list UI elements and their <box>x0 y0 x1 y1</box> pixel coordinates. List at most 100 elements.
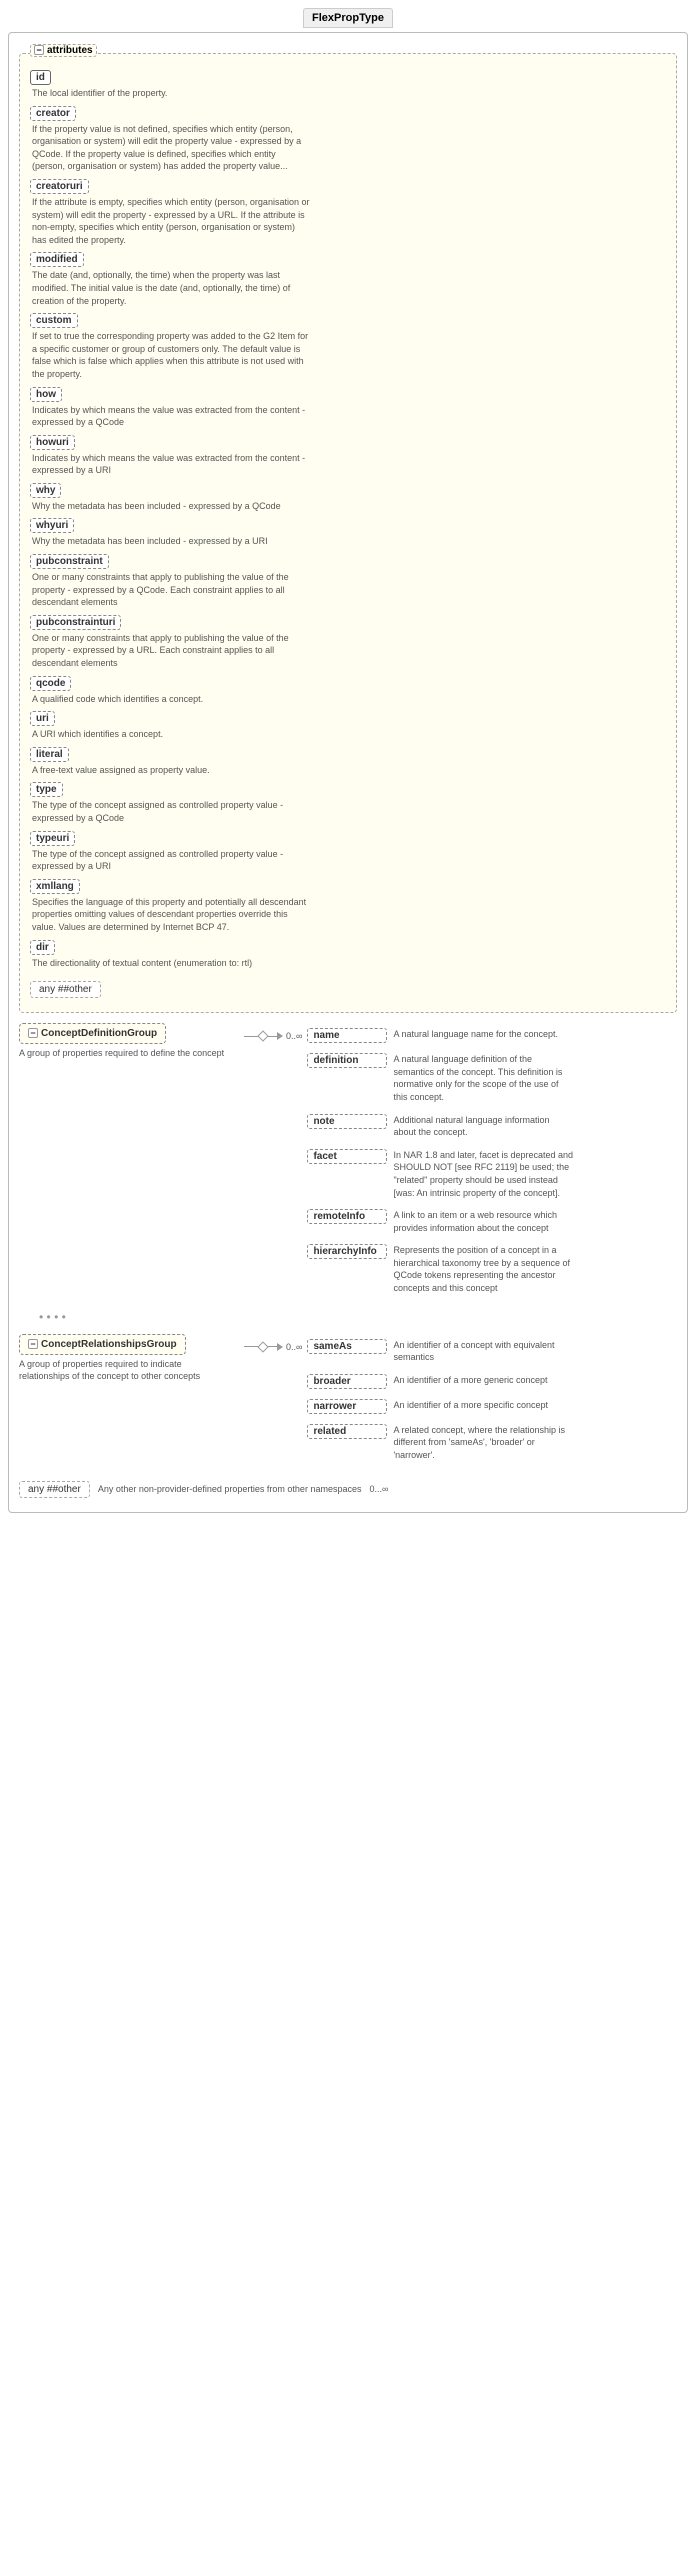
attr-desc-pubconstraint: One or many constraints that apply to pu… <box>30 571 310 609</box>
right-item-note: note Additional natural language informa… <box>307 1114 677 1139</box>
collapse-icon-cdg[interactable]: − <box>28 1028 38 1038</box>
right-item-related-desc: A related concept, where the relationshi… <box>393 1424 573 1462</box>
attr-name-why: why <box>30 483 61 498</box>
right-item-hierarchyinfo-box: hierarchyInfo <box>307 1244 387 1259</box>
right-item-remoteinfo-box: remoteInfo <box>307 1209 387 1224</box>
attr-typeuri: typeuri The type of the concept assigned… <box>30 831 666 873</box>
attr-uri: uri A URI which identifies a concept. <box>30 711 666 741</box>
attr-type: type The type of the concept assigned as… <box>30 782 666 824</box>
attr-name-how: how <box>30 387 62 402</box>
attr-name-typeuri: typeuri <box>30 831 75 846</box>
attr-desc-dir: The directionality of textual content (e… <box>30 957 310 970</box>
attr-why: why Why the metadata has been included -… <box>30 483 666 513</box>
bottom-multiplicity: 0...∞ <box>369 1484 388 1494</box>
attr-desc-whyuri: Why the metadata has been included - exp… <box>30 535 310 548</box>
attr-name-howuri: howuri <box>30 435 75 450</box>
collapse-icon[interactable]: − <box>34 45 44 55</box>
attr-custom: custom If set to true the corresponding … <box>30 313 666 380</box>
bottom-any-other-desc: Any other non-provider-defined propertie… <box>98 1484 362 1494</box>
attributes-title: −attributes <box>30 44 97 57</box>
attributes-box: −attributes id The local identifier of t… <box>19 53 677 1013</box>
right-item-note-desc: Additional natural language information … <box>393 1114 573 1139</box>
right-item-remoteinfo-desc: A link to an item or a web resource whic… <box>393 1209 573 1234</box>
right-item-narrower: narrower An identifier of a more specifi… <box>307 1399 677 1414</box>
right-item-broader: broader An identifier of a more generic … <box>307 1374 677 1389</box>
attr-name-qcode: qcode <box>30 676 71 691</box>
attr-id: id The local identifier of the property. <box>30 70 666 100</box>
attr-desc-creatoruri: If the attribute is empty, specifies whi… <box>30 196 310 246</box>
collapse-icon-crg[interactable]: − <box>28 1339 38 1349</box>
concept-definition-group-desc: A group of properties required to define… <box>19 1047 224 1060</box>
attr-desc-qcode: A qualified code which identifies a conc… <box>30 693 310 706</box>
attr-xmllang: xmllang Specifies the language of this p… <box>30 879 666 934</box>
attr-name-type: type <box>30 782 63 797</box>
right-item-sameas: sameAs An identifier of a concept with e… <box>307 1339 677 1364</box>
attr-desc-id: The local identifier of the property. <box>30 87 310 100</box>
attr-name-xmllang: xmllang <box>30 879 80 894</box>
connector-crg: 0..∞ <box>239 1334 307 1352</box>
concept-relationships-items: sameAs An identifier of a concept with e… <box>307 1334 677 1467</box>
attr-name-pubconstraint: pubconstraint <box>30 554 109 569</box>
multiplicity-crg: 0..∞ <box>286 1342 302 1352</box>
attr-how: how Indicates by which means the value w… <box>30 387 666 429</box>
attr-name-literal: literal <box>30 747 69 762</box>
attr-name-dir: dir <box>30 940 55 955</box>
right-item-narrower-box: narrower <box>307 1399 387 1414</box>
any-other-container: any ##other <box>30 977 666 1002</box>
right-item-related-box: related <box>307 1424 387 1439</box>
right-item-hierarchyinfo-desc: Represents the position of a concept in … <box>393 1244 573 1294</box>
right-item-definition: definition A natural language definition… <box>307 1053 677 1103</box>
attr-pubconstrainturi: pubconstrainturi One or many constraints… <box>30 615 666 670</box>
main-wrapper: FlexPropType −attributes id The local id… <box>0 0 696 2567</box>
right-item-broader-desc: An identifier of a more generic concept <box>393 1374 547 1387</box>
concept-relationships-group-desc: A group of properties required to indica… <box>19 1358 229 1383</box>
attr-qcode: qcode A qualified code which identifies … <box>30 676 666 706</box>
attr-name-creatoruri: creatoruri <box>30 179 89 194</box>
right-item-name-box: name <box>307 1028 387 1043</box>
right-item-hierarchyinfo: hierarchyInfo Represents the position of… <box>307 1244 677 1294</box>
attr-name-custom: custom <box>30 313 78 328</box>
flex-prop-type-title: FlexPropType <box>303 8 393 28</box>
right-item-related: related A related concept, where the rel… <box>307 1424 677 1462</box>
attr-desc-creator: If the property value is not defined, sp… <box>30 123 310 173</box>
attr-desc-modified: The date (and, optionally, the time) whe… <box>30 269 310 307</box>
attr-desc-pubconstrainturi: One or many constraints that apply to pu… <box>30 632 310 670</box>
attr-modified: modified The date (and, optionally, the … <box>30 252 666 307</box>
attr-name-uri: uri <box>30 711 55 726</box>
bottom-any-other-section: any ##other Any other non-provider-defin… <box>19 1477 677 1502</box>
attr-whyuri: whyuri Why the metadata has been include… <box>30 518 666 548</box>
attr-dir: dir The directionality of textual conten… <box>30 940 666 970</box>
bottom-any-other-box: any ##other <box>19 1481 90 1498</box>
attr-desc-how: Indicates by which means the value was e… <box>30 404 310 429</box>
right-item-facet-box: facet <box>307 1149 387 1164</box>
concept-relationships-group-box: −ConceptRelationshipsGroup <box>19 1334 186 1355</box>
attr-creatoruri: creatoruri If the attribute is empty, sp… <box>30 179 666 246</box>
attr-desc-xmllang: Specifies the language of this property … <box>30 896 310 934</box>
right-item-name: name A natural language name for the con… <box>307 1028 677 1043</box>
attr-pubconstraint: pubconstraint One or many constraints th… <box>30 554 666 609</box>
multiplicity-cdg: 0..∞ <box>286 1031 302 1041</box>
right-item-facet: facet In NAR 1.8 and later, facet is dep… <box>307 1149 677 1199</box>
right-item-note-box: note <box>307 1114 387 1129</box>
attr-name-creator: creator <box>30 106 76 121</box>
concept-definition-group-box: −ConceptDefinitionGroup <box>19 1023 166 1044</box>
attr-desc-uri: A URI which identifies a concept. <box>30 728 310 741</box>
any-other-box: any ##other <box>30 981 101 998</box>
attr-creator: creator If the property value is not def… <box>30 106 666 173</box>
attr-desc-literal: A free-text value assigned as property v… <box>30 764 310 777</box>
right-item-name-desc: A natural language name for the concept. <box>393 1028 558 1041</box>
right-item-remoteinfo: remoteInfo A link to an item or a web re… <box>307 1209 677 1234</box>
concept-definition-items: name A natural language name for the con… <box>307 1023 677 1300</box>
attr-desc-type: The type of the concept assigned as cont… <box>30 799 310 824</box>
attr-howuri: howuri Indicates by which means the valu… <box>30 435 666 477</box>
right-item-sameas-box: sameAs <box>307 1339 387 1354</box>
attr-name-whyuri: whyuri <box>30 518 74 533</box>
title-text: FlexPropType <box>312 12 384 24</box>
right-item-broader-box: broader <box>307 1374 387 1389</box>
attr-desc-howuri: Indicates by which means the value was e… <box>30 452 310 477</box>
attr-desc-why: Why the metadata has been included - exp… <box>30 500 310 513</box>
attr-name-modified: modified <box>30 252 84 267</box>
concept-definition-section: −ConceptDefinitionGroup A group of prope… <box>19 1023 677 1300</box>
connector-cdg: 0..∞ <box>239 1023 307 1041</box>
right-item-sameas-desc: An identifier of a concept with equivale… <box>393 1339 573 1364</box>
